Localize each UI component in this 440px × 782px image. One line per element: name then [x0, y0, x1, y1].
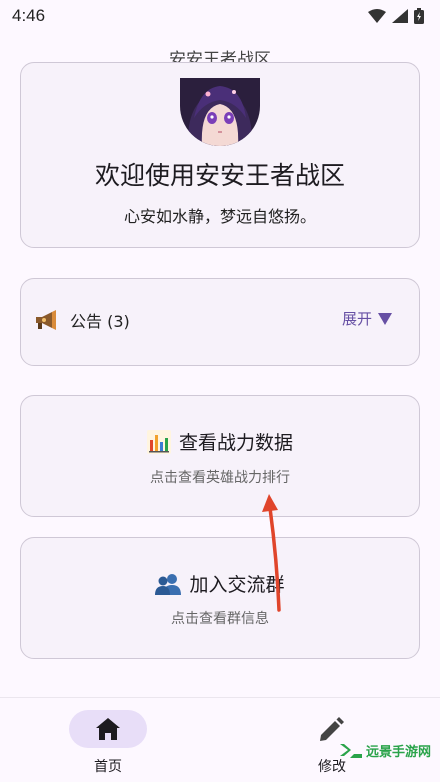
nav-home-label: 首页 [94, 759, 122, 775]
power-data-subtitle: 点击查看英雄战力排行 [150, 470, 290, 486]
status-time: 4:46 [12, 6, 46, 25]
join-group-card[interactable] [20, 537, 420, 659]
wifi-icon [368, 9, 386, 23]
join-group-title-row: 加入交流群 [0, 570, 440, 597]
pencil-icon [320, 717, 344, 741]
people-icon [155, 573, 182, 595]
bar-chart-icon [146, 429, 171, 454]
power-data-title: 查看战力数据 [178, 432, 293, 454]
watermark-icon [340, 744, 362, 758]
expand-label: 展开 [341, 310, 372, 328]
power-data-card[interactable] [20, 395, 420, 517]
megaphone-icon [36, 310, 56, 330]
triangle-down-icon [378, 312, 392, 325]
join-group-title: 加入交流群 [189, 574, 285, 596]
notice-label: 公告 (3) [70, 312, 130, 331]
power-data-title-row: 查看战力数据 [0, 428, 440, 455]
signal-icon [392, 9, 408, 23]
battery-icon [414, 8, 424, 24]
join-group-subtitle: 点击查看群信息 [171, 611, 269, 627]
watermark-logo: 远景手游网 [340, 740, 431, 760]
expand-button[interactable]: 展开 [342, 308, 392, 329]
status-bar: 4:46 [0, 0, 440, 32]
nav-home[interactable]: 首页 [48, 710, 168, 776]
welcome-title: 欢迎使用安安王者战区 [94, 161, 345, 190]
welcome-subtitle: 心安如水静，梦远自悠扬。 [123, 207, 316, 226]
status-icons [368, 8, 424, 24]
home-icon [96, 718, 120, 740]
nav-home-pill [69, 710, 147, 748]
notice-row: 公告 (3) [34, 308, 130, 332]
watermark-text: 远景手游网 [366, 744, 432, 760]
